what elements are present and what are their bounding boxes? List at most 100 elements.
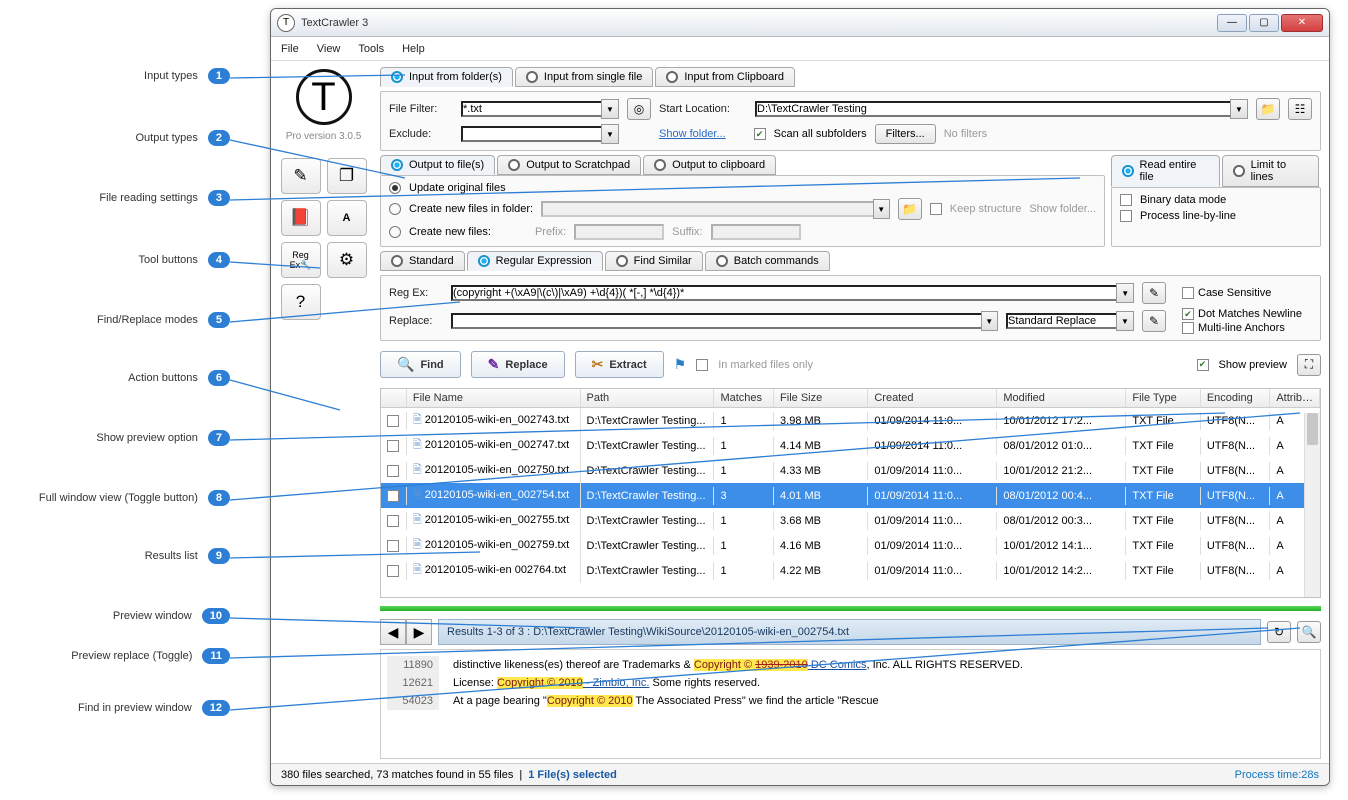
preview-line[interactable]: 54023At a page bearing "Copyright © 2010…: [387, 692, 1314, 710]
window-tool-icon[interactable]: ❐: [327, 158, 367, 194]
exclude-input[interactable]: [461, 126, 601, 142]
tab-mode-similar[interactable]: Find Similar: [605, 251, 703, 271]
create-files-radio[interactable]: [389, 226, 401, 238]
row-checkbox[interactable]: [387, 440, 399, 452]
font-tool-icon[interactable]: A: [327, 200, 367, 236]
app-logo: T: [296, 69, 352, 125]
table-row[interactable]: 🗎 20120105-wiki-en_002755.txt D:\TextCra…: [381, 508, 1320, 533]
tab-output-clipboard[interactable]: Output to clipboard: [643, 155, 776, 175]
tab-input-folder[interactable]: Input from folder(s): [380, 67, 513, 87]
edit-tool-icon[interactable]: ✎: [281, 158, 321, 194]
show-folder-link[interactable]: Show folder...: [659, 128, 726, 140]
show-preview-checkbox[interactable]: [1197, 359, 1209, 371]
preview-replace-toggle-icon[interactable]: ↻: [1267, 621, 1291, 643]
tab-output-scratchpad[interactable]: Output to Scratchpad: [497, 155, 641, 175]
flag-icon[interactable]: ⚑: [674, 356, 687, 373]
preview-line[interactable]: 11890distinctive likeness(es) thereof ar…: [387, 656, 1314, 674]
book-tool-icon[interactable]: 📕: [281, 200, 321, 236]
dropdown-arrow-icon[interactable]: ▼: [601, 124, 619, 144]
replace-input[interactable]: [451, 313, 981, 329]
replace-mode-select[interactable]: [1006, 313, 1116, 329]
replace-button[interactable]: ✎Replace: [471, 351, 565, 378]
table-row[interactable]: 🗎 20120105-wiki-en_002747.txt D:\TextCra…: [381, 433, 1320, 458]
close-button[interactable]: ✕: [1281, 14, 1323, 32]
file-filter-input[interactable]: [461, 101, 601, 117]
scrollbar[interactable]: [1304, 413, 1320, 597]
tab-mode-regex[interactable]: Regular Expression: [467, 251, 603, 271]
minimize-button[interactable]: —: [1217, 14, 1247, 32]
menu-view[interactable]: View: [317, 43, 341, 55]
row-checkbox[interactable]: [387, 515, 399, 527]
tab-read-limit[interactable]: Limit to lines: [1222, 155, 1319, 187]
keep-structure-checkbox[interactable]: [930, 203, 942, 215]
help-tool-icon[interactable]: ?: [281, 284, 321, 320]
menu-help[interactable]: Help: [402, 43, 425, 55]
row-checkbox[interactable]: [387, 465, 399, 477]
line-by-line-checkbox[interactable]: [1120, 210, 1132, 222]
dropdown-arrow-icon[interactable]: ▼: [981, 311, 998, 331]
regex-input[interactable]: [451, 285, 1116, 301]
row-checkbox[interactable]: [387, 490, 399, 502]
col-file-name[interactable]: File Name: [407, 389, 581, 407]
table-row[interactable]: 🗎 20120105-wiki-en_002743.txt D:\TextCra…: [381, 408, 1320, 433]
filters-button[interactable]: Filters...: [875, 124, 936, 144]
browse-folder-icon[interactable]: 📁: [1256, 98, 1280, 120]
row-checkbox[interactable]: [387, 565, 399, 577]
tab-input-clipboard[interactable]: Input from Clipboard: [655, 67, 795, 87]
find-in-preview-icon[interactable]: 🔍: [1297, 621, 1321, 643]
col-matches[interactable]: Matches: [714, 389, 774, 407]
create-folder-input: [541, 201, 872, 217]
next-result-button[interactable]: ▶: [406, 619, 432, 645]
radio-icon: [478, 255, 490, 267]
tab-mode-standard[interactable]: Standard: [380, 251, 465, 271]
create-folder-radio[interactable]: [389, 203, 401, 215]
dropdown-arrow-icon[interactable]: ▼: [601, 99, 619, 119]
col-path[interactable]: Path: [581, 389, 715, 407]
edit-replace-icon[interactable]: ✎: [1142, 310, 1166, 332]
menu-file[interactable]: File: [281, 43, 299, 55]
col-encoding[interactable]: Encoding: [1201, 389, 1271, 407]
regex-tool-icon[interactable]: RegEx🔧: [281, 242, 321, 278]
col-type[interactable]: File Type: [1126, 389, 1200, 407]
dot-newline-checkbox[interactable]: [1182, 308, 1194, 320]
prev-result-button[interactable]: ◀: [380, 619, 406, 645]
row-checkbox[interactable]: [387, 415, 399, 427]
extract-button[interactable]: ✂Extract: [575, 351, 664, 378]
tree-icon[interactable]: ☷: [1288, 98, 1312, 120]
scrollbar-thumb[interactable]: [1307, 413, 1318, 445]
fullscreen-toggle-icon[interactable]: ⛶: [1297, 354, 1321, 376]
target-icon[interactable]: ◎: [627, 98, 651, 120]
col-modified[interactable]: Modified: [997, 389, 1126, 407]
tab-read-entire[interactable]: Read entire file: [1111, 155, 1220, 187]
multiline-checkbox[interactable]: [1182, 322, 1194, 334]
maximize-button[interactable]: ▢: [1249, 14, 1279, 32]
col-attributes[interactable]: Attributes: [1270, 389, 1320, 407]
scan-subfolders-checkbox[interactable]: [754, 128, 766, 140]
dropdown-arrow-icon[interactable]: ▼: [1230, 99, 1248, 119]
splitter[interactable]: [380, 606, 1321, 611]
binary-mode-checkbox[interactable]: [1120, 194, 1132, 206]
case-sensitive-checkbox[interactable]: [1182, 287, 1194, 299]
table-row[interactable]: 🗎 20120105-wiki-en_002759.txt D:\TextCra…: [381, 533, 1320, 558]
tab-output-files[interactable]: Output to file(s): [380, 155, 495, 175]
browse-folder-icon[interactable]: 📁: [898, 198, 922, 220]
tab-mode-batch[interactable]: Batch commands: [705, 251, 830, 271]
dropdown-arrow-icon[interactable]: ▼: [1116, 283, 1134, 303]
find-button[interactable]: 🔍Find: [380, 351, 461, 378]
tab-input-single[interactable]: Input from single file: [515, 67, 653, 87]
table-row[interactable]: 🗎 20120105-wiki-en 002764.txt D:\TextCra…: [381, 558, 1320, 583]
col-created[interactable]: Created: [868, 389, 997, 407]
row-checkbox[interactable]: [387, 540, 399, 552]
start-location-input[interactable]: [755, 101, 1230, 117]
table-row[interactable]: 🗎 20120105-wiki-en_002750.txt D:\TextCra…: [381, 458, 1320, 483]
dropdown-arrow-icon[interactable]: ▼: [1116, 311, 1134, 331]
col-size[interactable]: File Size: [774, 389, 868, 407]
menu-tools[interactable]: Tools: [358, 43, 384, 55]
update-original-radio[interactable]: [389, 182, 401, 194]
titlebar[interactable]: T TextCrawler 3 — ▢ ✕: [271, 9, 1329, 37]
settings-gear-icon[interactable]: ⚙: [327, 242, 367, 278]
marked-only-checkbox[interactable]: [696, 359, 708, 371]
edit-regex-icon[interactable]: ✎: [1142, 282, 1166, 304]
table-row[interactable]: 🗎 20120105-wiki-en_002754.txt D:\TextCra…: [381, 483, 1320, 508]
preview-line[interactable]: 12621License: Copyright © 2010 - Zimbio,…: [387, 674, 1314, 692]
